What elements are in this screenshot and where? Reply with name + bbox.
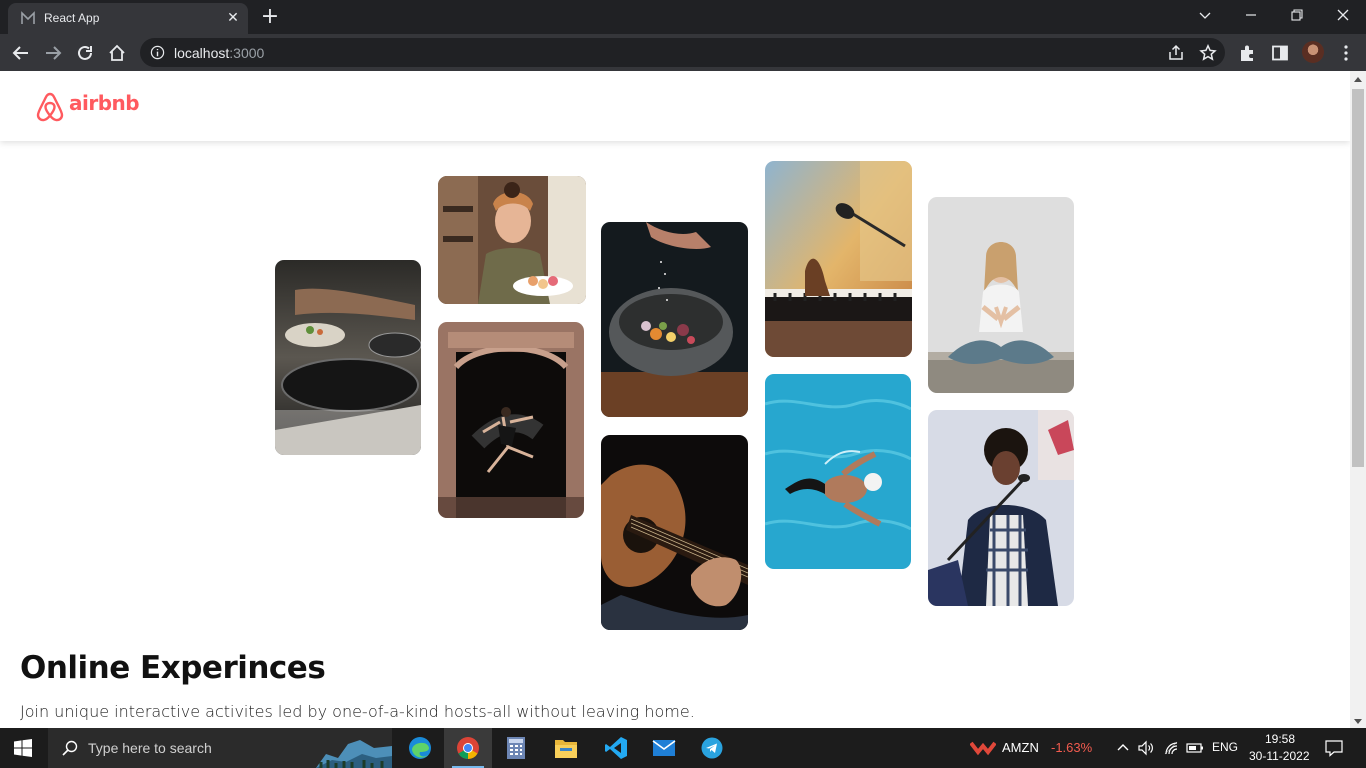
taskbar-edge[interactable] bbox=[396, 728, 444, 768]
extensions-icon[interactable] bbox=[1238, 43, 1258, 63]
photo-dancer-doorway bbox=[438, 322, 584, 518]
taskbar-vscode[interactable] bbox=[592, 728, 640, 768]
side-panel-icon[interactable] bbox=[1270, 43, 1290, 63]
photo-food-bowl bbox=[601, 222, 748, 417]
tab-close-icon[interactable]: ✕ bbox=[224, 9, 242, 27]
address-bar[interactable]: localhost:3000 bbox=[140, 38, 1225, 67]
browser-toolbar: localhost:3000 bbox=[0, 34, 1366, 71]
photo-singer bbox=[928, 410, 1074, 606]
stock-trend-icon bbox=[970, 741, 996, 756]
new-tab-icon[interactable]: + bbox=[258, 6, 282, 30]
battery-icon[interactable] bbox=[1186, 740, 1204, 756]
tab-search-icon[interactable] bbox=[1182, 0, 1228, 32]
hero-subtitle: Join unique interactive activites led by… bbox=[20, 702, 695, 721]
back-icon[interactable] bbox=[8, 40, 34, 66]
photo-cooking bbox=[275, 260, 421, 455]
windows-start-icon[interactable] bbox=[14, 739, 32, 757]
taskbar-telegram[interactable] bbox=[688, 728, 736, 768]
chrome-menu-icon[interactable] bbox=[1336, 43, 1356, 63]
forward-icon[interactable] bbox=[40, 40, 66, 66]
taskbar-chrome[interactable] bbox=[444, 728, 492, 768]
stock-symbol[interactable]: AMZN bbox=[1002, 740, 1039, 755]
share-icon[interactable] bbox=[1167, 44, 1185, 62]
telegram-icon bbox=[701, 737, 723, 759]
language-indicator[interactable]: ENG bbox=[1212, 740, 1238, 754]
taskbar-file-explorer[interactable] bbox=[542, 728, 590, 768]
minimize-icon[interactable] bbox=[1228, 0, 1274, 32]
photo-yoga bbox=[928, 197, 1074, 393]
folder-icon bbox=[555, 740, 577, 758]
scroll-thumb[interactable] bbox=[1352, 89, 1364, 467]
photo-piano-microphone bbox=[765, 161, 912, 357]
taskbar-calculator[interactable] bbox=[492, 728, 540, 768]
site-info-icon[interactable] bbox=[150, 45, 165, 60]
show-hidden-icons-icon[interactable] bbox=[1115, 740, 1131, 756]
browser-tab[interactable]: React App ✕ bbox=[8, 3, 248, 34]
photo-swimmer bbox=[765, 374, 911, 569]
search-icon bbox=[62, 740, 78, 756]
windows-taskbar: Type here to search AMZN -1.63% ENG 19:5… bbox=[0, 728, 1366, 768]
taskbar-search[interactable]: Type here to search bbox=[48, 728, 392, 768]
page-viewport: airbnb Online Experinces Join unique int… bbox=[0, 71, 1350, 728]
browser-titlebar: React App ✕ + bbox=[0, 0, 1366, 34]
scroll-down-icon[interactable] bbox=[1354, 719, 1362, 724]
url-text: localhost:3000 bbox=[174, 45, 264, 61]
clock-time[interactable]: 19:58 bbox=[1265, 732, 1295, 746]
airbnb-belo-icon bbox=[36, 92, 64, 122]
navbar: airbnb bbox=[0, 71, 1350, 141]
volume-icon[interactable] bbox=[1138, 740, 1154, 756]
search-placeholder: Type here to search bbox=[88, 740, 212, 756]
photo-woman-macarons bbox=[438, 176, 586, 304]
search-highlight-icon bbox=[316, 740, 392, 768]
scroll-up-icon[interactable] bbox=[1354, 77, 1362, 82]
taskbar-mail[interactable] bbox=[640, 728, 688, 768]
url-host: localhost bbox=[174, 45, 230, 61]
home-icon[interactable] bbox=[104, 40, 130, 66]
url-port: :3000 bbox=[229, 45, 265, 61]
airbnb-logo[interactable]: airbnb bbox=[35, 90, 140, 122]
chrome-icon bbox=[457, 737, 479, 759]
clock-date[interactable]: 30-11-2022 bbox=[1249, 749, 1310, 763]
restore-icon[interactable] bbox=[1274, 0, 1320, 32]
mail-icon bbox=[652, 740, 676, 756]
calculator-icon bbox=[507, 737, 525, 759]
photo-guitar bbox=[601, 435, 748, 630]
close-window-icon[interactable] bbox=[1320, 0, 1366, 32]
brand-name: airbnb bbox=[69, 91, 140, 115]
notifications-icon[interactable] bbox=[1325, 739, 1343, 757]
hero-title: Online Experinces bbox=[20, 650, 326, 686]
page-scrollbar[interactable] bbox=[1350, 71, 1366, 728]
wifi-icon[interactable] bbox=[1163, 740, 1179, 756]
stock-change[interactable]: -1.63% bbox=[1051, 740, 1092, 755]
tab-title: React App bbox=[44, 11, 100, 25]
vscode-icon bbox=[605, 737, 627, 759]
edge-icon bbox=[409, 737, 431, 759]
tab-favicon-icon bbox=[21, 11, 35, 24]
profile-avatar[interactable] bbox=[1302, 41, 1324, 63]
reload-icon[interactable] bbox=[72, 40, 98, 66]
bookmark-star-icon[interactable] bbox=[1199, 44, 1217, 62]
